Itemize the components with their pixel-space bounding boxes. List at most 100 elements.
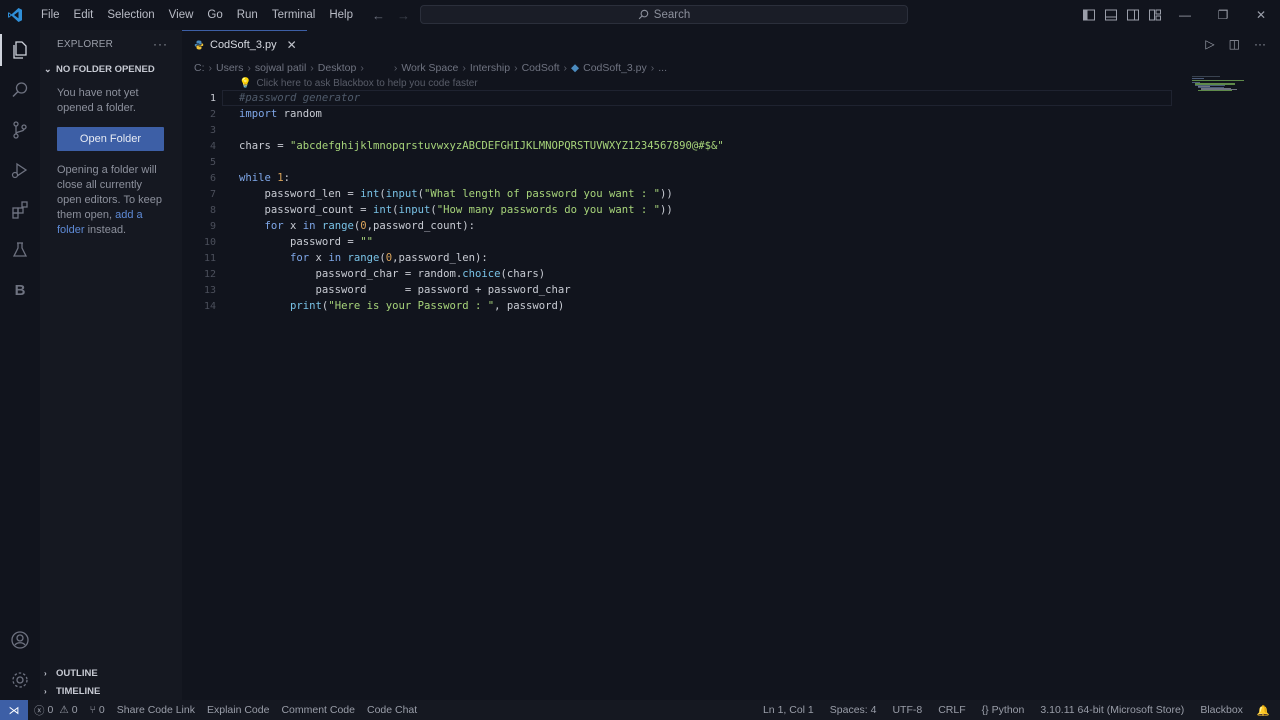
- code-chat-button[interactable]: Code Chat: [361, 704, 423, 716]
- notifications-bell-icon[interactable]: 🔔: [1251, 704, 1280, 717]
- ports-indicator[interactable]: ⑂ 0: [84, 704, 111, 716]
- line-number: 9: [209, 220, 216, 232]
- search-placeholder: Search: [653, 8, 691, 21]
- code-line: 5: [182, 154, 1182, 170]
- code-line: 12 password_char = random.choice(chars): [182, 266, 1182, 282]
- blackbox-icon[interactable]: B: [0, 270, 40, 310]
- toggle-primary-sidebar-icon[interactable]: [1082, 8, 1096, 22]
- end-of-line[interactable]: CRLF: [932, 704, 975, 716]
- command-center-search[interactable]: Search: [420, 5, 908, 24]
- close-window-button[interactable]: ✕: [1242, 0, 1280, 30]
- explain-code-button[interactable]: Explain Code: [201, 704, 275, 716]
- toggle-secondary-sidebar-icon[interactable]: [1126, 8, 1140, 22]
- navigation-arrows: ← →: [372, 0, 410, 30]
- menu-terminal[interactable]: Terminal: [265, 0, 322, 30]
- breadcrumb-item[interactable]: Users: [216, 62, 243, 74]
- timeline-title: TIMELINE: [56, 685, 101, 697]
- restore-button[interactable]: ❐: [1204, 0, 1242, 30]
- timeline-section-header[interactable]: › TIMELINE: [40, 682, 182, 700]
- blackbox-status[interactable]: Blackbox: [1194, 704, 1251, 716]
- back-arrow-icon[interactable]: ←: [372, 8, 385, 23]
- toggle-panel-icon[interactable]: [1104, 8, 1118, 22]
- tab-codsoft-3-py[interactable]: CodSoft_3.py ✕: [182, 30, 307, 58]
- run-python-file-icon[interactable]: ▷: [1205, 37, 1214, 51]
- account-icon[interactable]: [0, 620, 40, 660]
- python-interpreter[interactable]: 3.10.11 64-bit (Microsoft Store): [1034, 704, 1194, 716]
- problems-indicator[interactable]: ⓧ 0 ⚠ 0: [28, 703, 84, 718]
- comment-code-button[interactable]: Comment Code: [275, 704, 361, 716]
- editor-actions: ▷ ◫ ···: [1205, 30, 1266, 58]
- minimap[interactable]: [1192, 76, 1248, 96]
- code-text: password_count = int(input("How many pas…: [239, 204, 673, 216]
- breadcrumb-item[interactable]: C:: [194, 62, 205, 74]
- run-debug-icon[interactable]: [0, 150, 40, 190]
- info-text-post: instead.: [84, 224, 127, 236]
- extensions-icon[interactable]: [0, 190, 40, 230]
- code-text: for x in range(0,password_len):: [239, 252, 488, 264]
- search-icon: [638, 9, 649, 20]
- language-mode[interactable]: {} Python: [976, 704, 1035, 716]
- menu-help[interactable]: Help: [322, 0, 360, 30]
- forward-arrow-icon[interactable]: →: [397, 8, 410, 23]
- code-text: chars = "abcdefghijklmnopqrstuvwxyzABCDE…: [239, 140, 724, 152]
- code-text: for x in range(0,password_count):: [239, 220, 476, 232]
- line-number: 5: [209, 156, 216, 168]
- menu-selection[interactable]: Selection: [100, 0, 161, 30]
- remote-window-icon[interactable]: ⋊: [0, 700, 28, 720]
- breadcrumb-item[interactable]: ...: [658, 62, 667, 74]
- encoding[interactable]: UTF-8: [886, 704, 932, 716]
- breadcrumb-item[interactable]: Work Space: [401, 62, 458, 74]
- more-actions-icon[interactable]: ···: [153, 37, 168, 51]
- minimize-button[interactable]: —: [1166, 0, 1204, 30]
- breadcrumb-item[interactable]: Desktop: [318, 62, 357, 74]
- menu-file[interactable]: File: [34, 0, 67, 30]
- window-controls: — ❐ ✕: [1166, 0, 1280, 30]
- breadcrumb-item[interactable]: sojwal patil: [255, 62, 306, 74]
- share-code-link-button[interactable]: Share Code Link: [111, 704, 201, 716]
- menu-edit[interactable]: Edit: [67, 0, 101, 30]
- code-text: password = password + password_char: [239, 284, 571, 296]
- ports-count: 0: [98, 704, 105, 716]
- chevron-right-icon: ›: [44, 668, 47, 678]
- line-number: 3: [209, 124, 216, 136]
- source-control-icon[interactable]: [0, 110, 40, 150]
- menu-view[interactable]: View: [162, 0, 201, 30]
- testing-flask-icon[interactable]: [0, 230, 40, 270]
- split-editor-icon[interactable]: ◫: [1229, 37, 1240, 51]
- search-activity-icon[interactable]: [0, 70, 40, 110]
- breadcrumb-item[interactable]: CodSoft: [522, 62, 560, 74]
- outline-section-header[interactable]: › OUTLINE: [40, 664, 182, 682]
- customize-layout-icon[interactable]: [1148, 8, 1162, 22]
- breadcrumb-separator: ›: [462, 61, 466, 74]
- no-folder-section-header[interactable]: ⌄ NO FOLDER OPENED: [40, 58, 182, 80]
- line-number: 11: [203, 252, 216, 264]
- breadcrumb-separator: ›: [310, 61, 314, 74]
- line-number: 14: [203, 300, 216, 312]
- breadcrumb-separator: ›: [393, 61, 398, 74]
- breadcrumb-item[interactable]: CodSoft_3.py: [583, 62, 647, 74]
- hint-text: Click here to ask Blackbox to help you c…: [256, 78, 478, 89]
- breadcrumb-item[interactable]: Intership: [470, 62, 510, 74]
- menu-go[interactable]: Go: [200, 0, 229, 30]
- code-line: 11 for x in range(0,password_len):: [182, 250, 1182, 266]
- line-number: 1: [209, 92, 216, 104]
- close-tab-icon[interactable]: ✕: [287, 38, 297, 52]
- line-number: 13: [203, 284, 216, 296]
- warning-icon: ⚠: [59, 704, 69, 716]
- explorer-icon[interactable]: [0, 30, 40, 70]
- status-bar: ⋊ ⓧ 0 ⚠ 0 ⑂ 0 Share Code Link Explain Code …: [0, 700, 1280, 720]
- code-line: 8 password_count = int(input("How many p…: [182, 202, 1182, 218]
- code-line: 9 for x in range(0,password_count):: [182, 218, 1182, 234]
- cursor-position[interactable]: Ln 1, Col 1: [757, 704, 824, 716]
- code-text: password_char = random.choice(chars): [239, 268, 546, 280]
- indentation[interactable]: Spaces: 4: [824, 704, 887, 716]
- code-line: 14 print("Here is your Password : ", pas…: [182, 298, 1182, 314]
- tab-label: CodSoft_3.py: [210, 38, 277, 51]
- open-folder-button[interactable]: Open Folder: [57, 127, 164, 151]
- line-number: 2: [209, 108, 216, 120]
- settings-gear-icon[interactable]: [0, 660, 40, 700]
- explorer-sidebar: EXPLORER ··· ⌄ NO FOLDER OPENED You have…: [40, 30, 182, 700]
- more-actions-icon[interactable]: ···: [1254, 37, 1266, 51]
- blackbox-hint[interactable]: 💡 Click here to ask Blackbox to help you…: [239, 78, 478, 89]
- menu-run[interactable]: Run: [230, 0, 265, 30]
